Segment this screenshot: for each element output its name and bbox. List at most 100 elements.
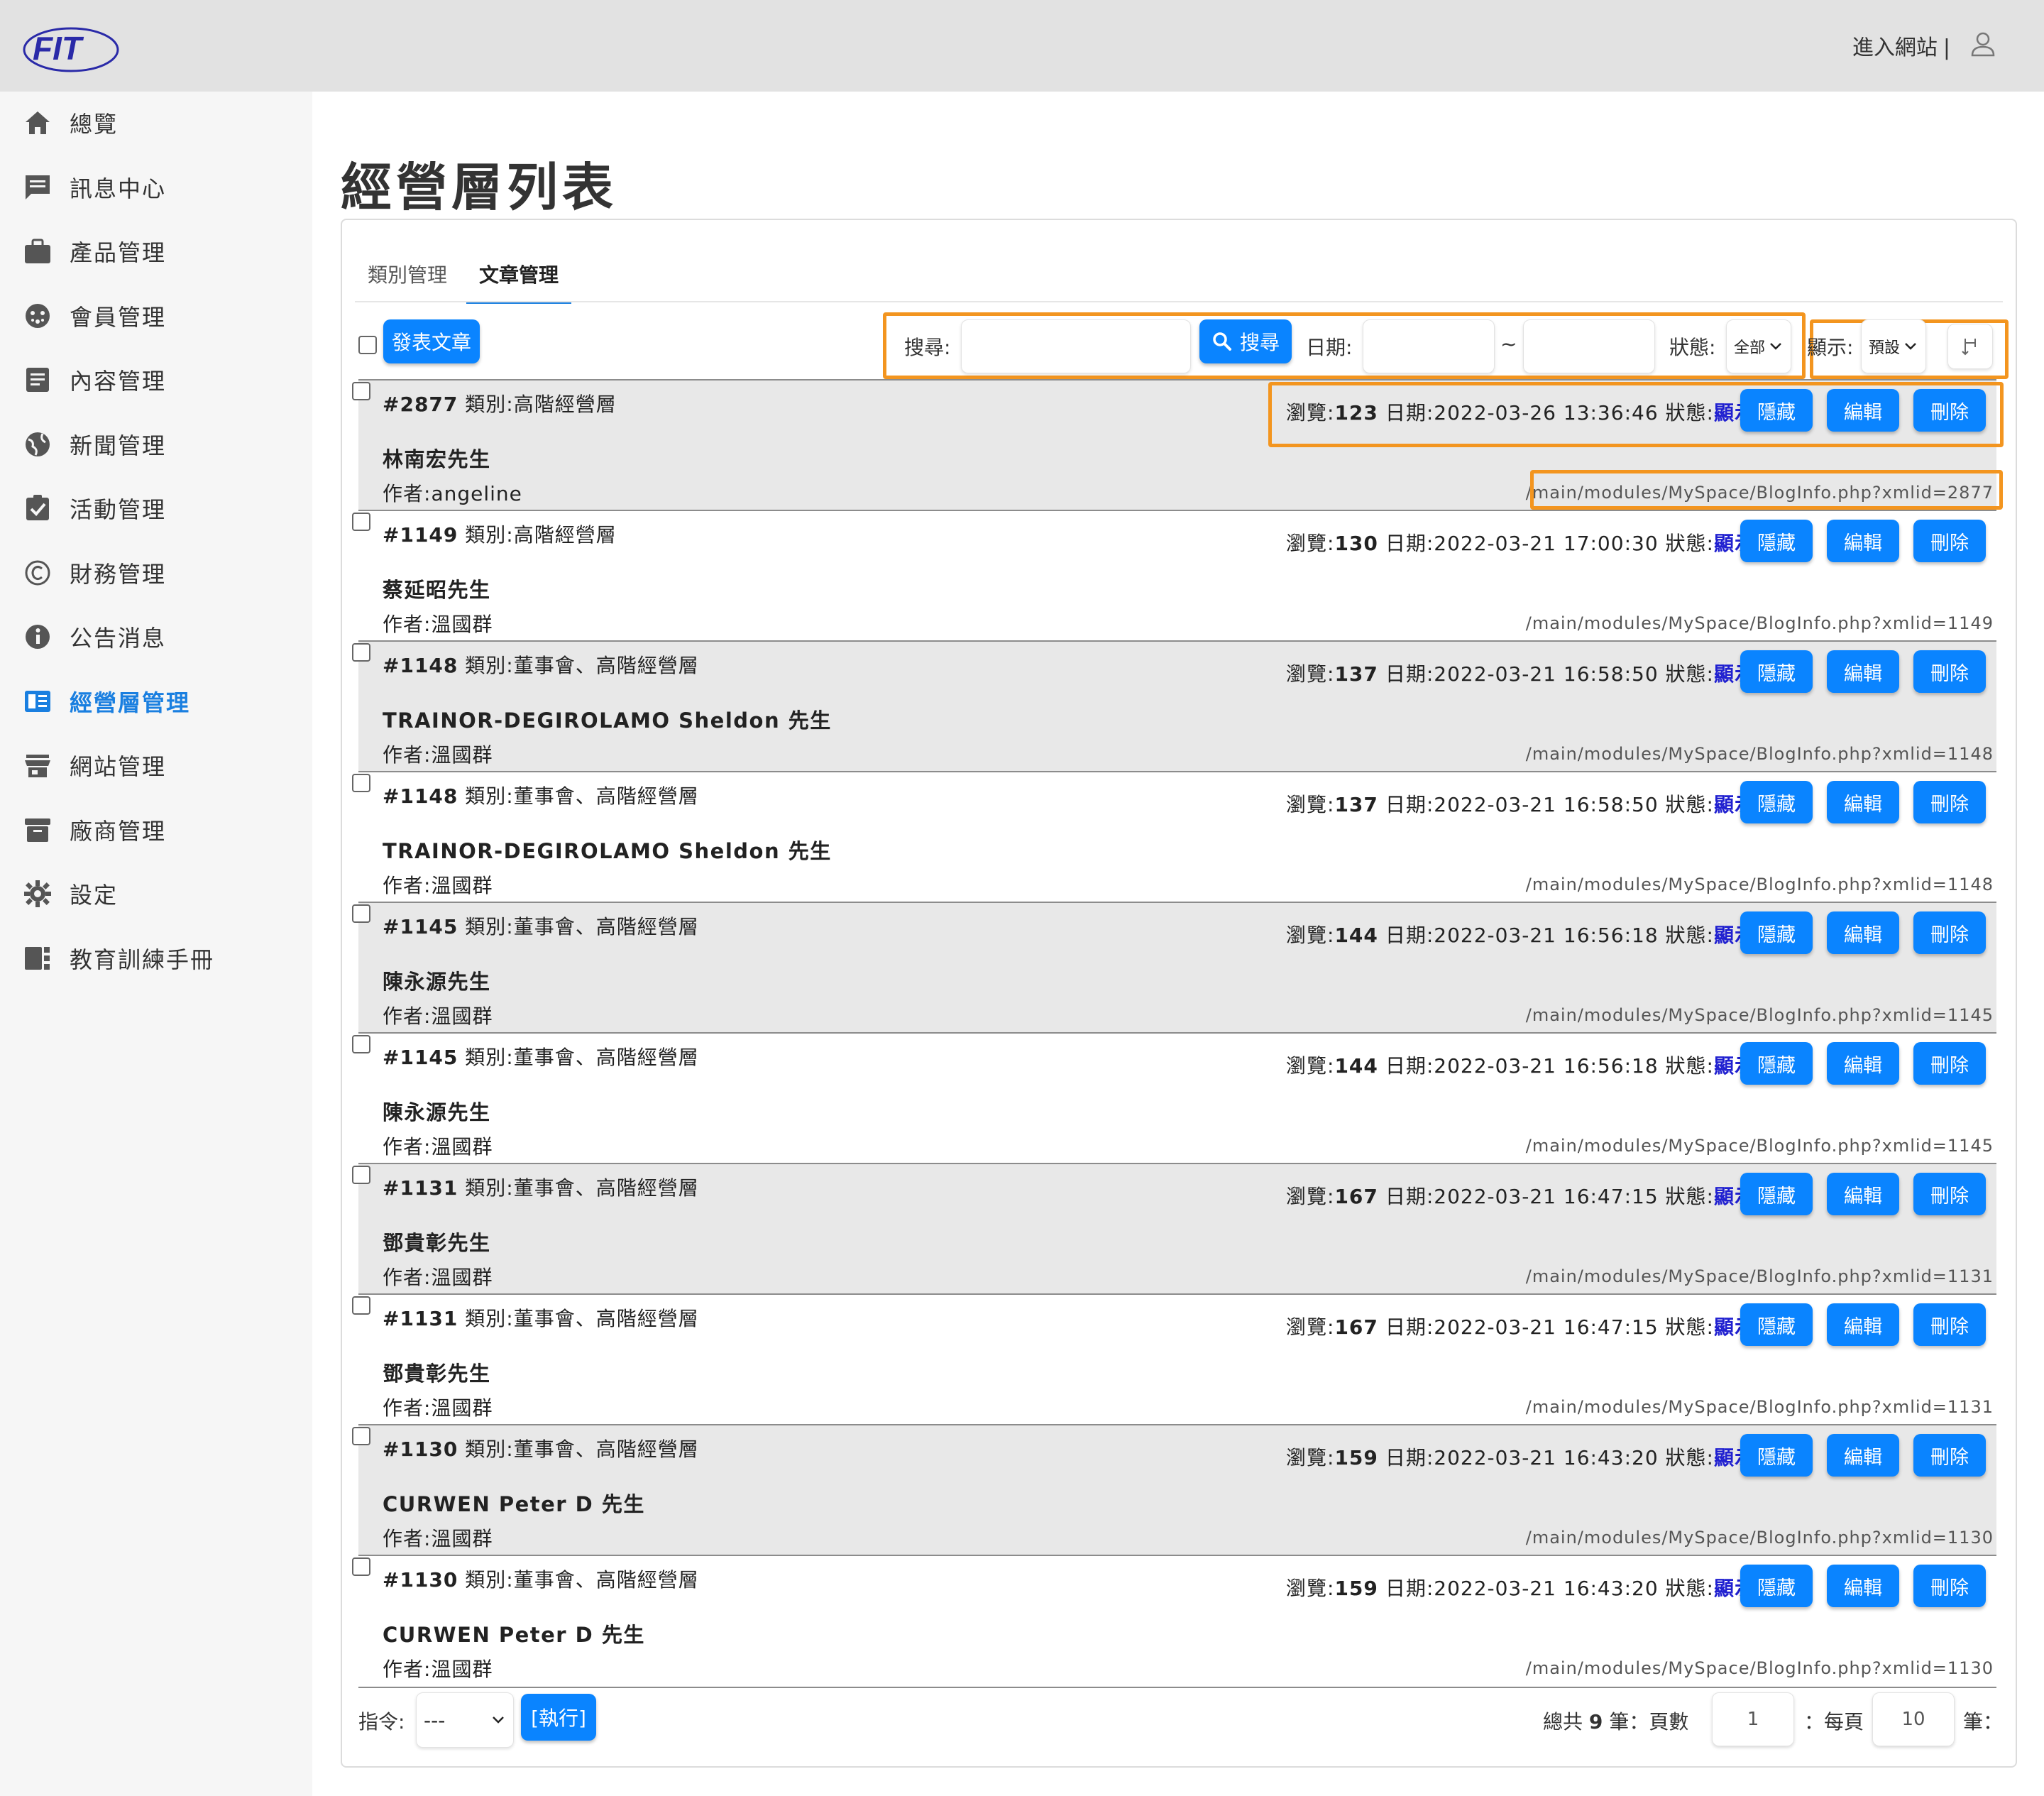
row-checkbox[interactable] [352, 643, 370, 662]
row-title[interactable]: CURWEN Peter D 先生 [383, 1619, 645, 1648]
row-url-link[interactable]: /main/modules/MySpace/BlogInfo.php?xmlid… [1526, 744, 1994, 764]
sidebar-item-10[interactable]: 經營層管理 [0, 673, 312, 730]
delete-button[interactable]: 刪除 [1913, 520, 1986, 562]
status-label: 狀態: [1665, 1446, 1714, 1469]
row-header: #1145 類別:董事會、高階經營層 [383, 1042, 699, 1071]
row-checkbox[interactable] [352, 1166, 370, 1184]
row-url-link[interactable]: /main/modules/MySpace/BlogInfo.php?xmlid… [1526, 613, 1994, 633]
search-button[interactable]: 搜尋 [1199, 319, 1292, 363]
date-to-input[interactable] [1523, 319, 1655, 373]
execute-button[interactable]: [執行] [521, 1694, 596, 1741]
delete-button[interactable]: 刪除 [1913, 650, 1986, 693]
row-author: 作者:溫國群 [383, 1001, 493, 1029]
edit-button[interactable]: 編輯 [1827, 781, 1899, 823]
page-number-input[interactable]: 1 [1712, 1692, 1794, 1746]
hide-button[interactable]: 隱藏 [1740, 1434, 1813, 1477]
edit-button[interactable]: 編輯 [1827, 520, 1899, 562]
edit-button[interactable]: 編輯 [1827, 911, 1899, 954]
delete-button[interactable]: 刪除 [1913, 1434, 1986, 1477]
row-title[interactable]: TRAINOR-DEGIROLAMO Sheldon 先生 [383, 835, 832, 865]
delete-button[interactable]: 刪除 [1913, 781, 1986, 823]
row-checkbox[interactable] [352, 382, 370, 400]
sidebar-item-13[interactable]: 設定 [0, 865, 312, 922]
row-views: 137 [1334, 662, 1378, 686]
date-from-input[interactable] [1363, 319, 1495, 373]
row-url-link[interactable]: /main/modules/MySpace/BlogInfo.php?xmlid… [1526, 1005, 1994, 1025]
hide-button[interactable]: 隱藏 [1740, 650, 1813, 693]
per-page-input[interactable]: 10 [1872, 1692, 1955, 1746]
row-checkbox[interactable] [352, 1557, 370, 1576]
delete-button[interactable]: 刪除 [1913, 1303, 1986, 1346]
edit-button[interactable]: 編輯 [1827, 1434, 1899, 1477]
edit-button[interactable]: 編輯 [1827, 1173, 1899, 1215]
sidebar-item-3[interactable]: 產品管理 [0, 223, 312, 280]
hide-button[interactable]: 隱藏 [1740, 520, 1813, 562]
sort-order-button[interactable] [1947, 324, 1993, 369]
hide-button[interactable]: 隱藏 [1740, 1042, 1813, 1085]
status-filter-select[interactable]: 全部 [1726, 319, 1791, 373]
row-checkbox[interactable] [352, 904, 370, 923]
enter-site-link[interactable]: 進入網站 | [1852, 30, 1950, 61]
hide-button[interactable]: 隱藏 [1740, 911, 1813, 954]
row-title[interactable]: 蔡延昭先生 [383, 574, 491, 603]
hide-button[interactable]: 隱藏 [1740, 1173, 1813, 1215]
row-checkbox[interactable] [352, 774, 370, 792]
row-title[interactable]: 陳永源先生 [383, 965, 491, 995]
sidebar-item-9[interactable]: 公告消息 [0, 608, 312, 665]
sidebar-item-6[interactable]: 新聞管理 [0, 416, 312, 473]
row-url-link[interactable]: /main/modules/MySpace/BlogInfo.php?xmlid… [1526, 1136, 1994, 1156]
edit-button[interactable]: 編輯 [1827, 1565, 1899, 1607]
delete-button[interactable]: 刪除 [1913, 1042, 1986, 1085]
sidebar-item-label: 網站管理 [70, 753, 167, 780]
edit-button[interactable]: 編輯 [1827, 1303, 1899, 1346]
hide-button[interactable]: 隱藏 [1740, 1303, 1813, 1346]
row-url-link[interactable]: /main/modules/MySpace/BlogInfo.php?xmlid… [1526, 1658, 1994, 1678]
sidebar-item-8[interactable]: 財務管理 [0, 544, 312, 601]
hide-button[interactable]: 隱藏 [1740, 1565, 1813, 1607]
sidebar-item-4[interactable]: 會員管理 [0, 288, 312, 344]
edit-button[interactable]: 編輯 [1827, 650, 1899, 693]
row-checkbox[interactable] [352, 1296, 370, 1315]
sidebar-item-14[interactable]: 教育訓練手冊 [0, 930, 312, 987]
row-url-link[interactable]: /main/modules/MySpace/BlogInfo.php?xmlid… [1526, 875, 1994, 894]
status-filter-label: 狀態: [1669, 336, 1716, 359]
row-title[interactable]: 林南宏先生 [383, 443, 491, 473]
sidebar-item-2[interactable]: 訊息中心 [0, 159, 312, 216]
row-url-link[interactable]: /main/modules/MySpace/BlogInfo.php?xmlid… [1526, 1397, 1994, 1417]
row-url-link[interactable]: /main/modules/MySpace/BlogInfo.php?xmlid… [1526, 1266, 1994, 1286]
row-meta-highlight-box [1268, 382, 2004, 447]
display-select[interactable]: 預設 [1861, 319, 1926, 373]
sidebar-item-12[interactable]: 廠商管理 [0, 801, 312, 858]
row-checkbox[interactable] [352, 513, 370, 531]
row-title[interactable]: CURWEN Peter D 先生 [383, 1488, 645, 1518]
sidebar-item-11[interactable]: 網站管理 [0, 737, 312, 794]
tab-article-management[interactable]: 文章管理 [466, 260, 572, 304]
edit-button[interactable]: 編輯 [1827, 1042, 1899, 1085]
sidebar-item-5[interactable]: 內容管理 [0, 351, 312, 408]
command-select[interactable]: --- [416, 1692, 514, 1748]
row-checkbox[interactable] [352, 1427, 370, 1445]
row-title[interactable]: 鄧貴彰先生 [383, 1357, 491, 1387]
publish-article-button[interactable]: 發表文章 [383, 319, 480, 363]
views-label: 瀏覽: [1286, 1054, 1335, 1078]
hide-button[interactable]: 隱藏 [1740, 781, 1813, 823]
sidebar-item-7[interactable]: 活動管理 [0, 480, 312, 537]
search-input[interactable] [961, 319, 1191, 373]
select-all-checkbox[interactable] [358, 336, 377, 354]
row-title[interactable]: 鄧貴彰先生 [383, 1227, 491, 1256]
tab-category-management[interactable]: 類別管理 [368, 260, 447, 301]
category-label: 類別: [465, 654, 514, 677]
row-title[interactable]: TRAINOR-DEGIROLAMO Sheldon 先生 [383, 704, 832, 734]
sidebar-item-1[interactable]: 總覽 [0, 94, 312, 151]
row-checkbox[interactable] [352, 1035, 370, 1053]
delete-button[interactable]: 刪除 [1913, 1173, 1986, 1215]
delete-button[interactable]: 刪除 [1913, 1565, 1986, 1607]
row-url-link[interactable]: /main/modules/MySpace/BlogInfo.php?xmlid… [1526, 1528, 1994, 1548]
enter-site-label[interactable]: 進入網站 [1852, 35, 1938, 60]
fit-logo[interactable]: FIT [20, 23, 126, 74]
delete-button[interactable]: 刪除 [1913, 911, 1986, 954]
row-header: #1148 類別:董事會、高階經營層 [383, 650, 699, 679]
user-icon[interactable] [1969, 30, 1997, 58]
row-title[interactable]: 陳永源先生 [383, 1096, 491, 1126]
row-author-name: 溫國群 [431, 1135, 493, 1159]
